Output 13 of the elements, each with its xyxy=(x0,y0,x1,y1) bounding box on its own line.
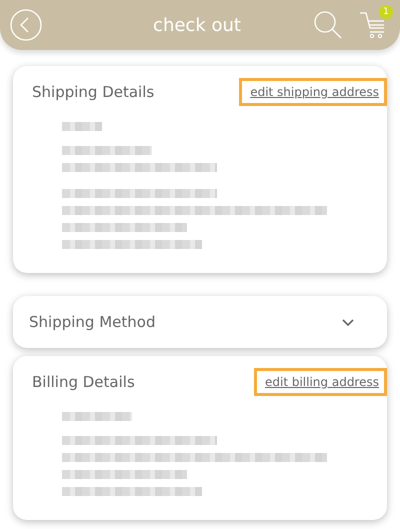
back-icon xyxy=(10,9,42,41)
edit-address-link[interactable]: edit billing address xyxy=(254,368,387,396)
cart-count-badge: 1 xyxy=(379,5,393,19)
edit-address-link[interactable]: edit shipping address xyxy=(239,78,387,106)
section-title: Billing Details xyxy=(32,373,135,391)
redacted-text xyxy=(62,122,102,131)
chevron-icon xyxy=(341,317,355,327)
page-title: check out xyxy=(152,14,242,36)
search-icon[interactable] xyxy=(312,9,344,41)
shipping-method-dropdown[interactable]: Shipping Method xyxy=(13,296,387,348)
back-button[interactable] xyxy=(10,9,42,41)
redacted-text xyxy=(62,412,132,421)
section-title: Shipping Details xyxy=(32,83,154,101)
